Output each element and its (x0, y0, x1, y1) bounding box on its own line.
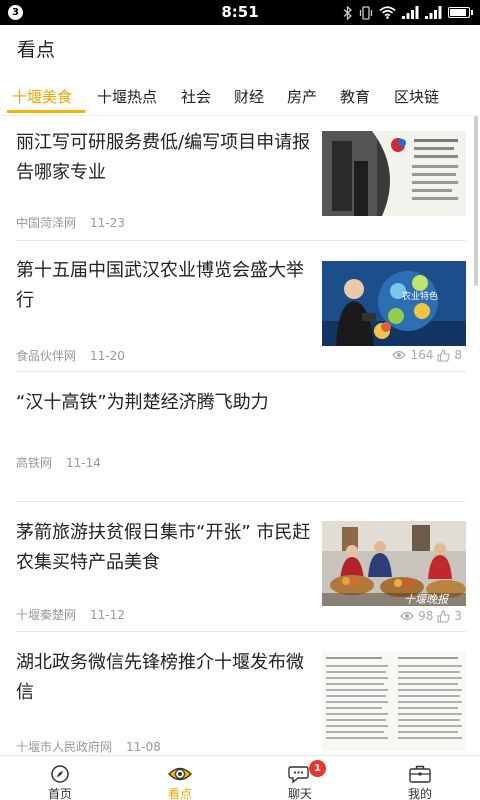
news-meta: 食品伙伴网 11-20 (16, 347, 125, 364)
vibrate-icon (359, 5, 373, 20)
status-bar: 3 8:51 (0, 0, 480, 25)
header: 看点 (0, 25, 480, 70)
compass-icon (51, 765, 69, 783)
news-title: 第十五届中国武汉农业博览会盛大举行 (16, 260, 304, 311)
eye-icon (168, 767, 192, 781)
nav-mine[interactable]: 我的 (360, 756, 480, 800)
news-meta: 十堰秦楚网 11-12 (16, 606, 125, 623)
nav-kandian[interactable]: 看点 (120, 756, 240, 800)
news-source: 中国菏泽网 (16, 216, 77, 230)
signal-icon (402, 6, 419, 19)
news-date: 11-20 (90, 349, 125, 363)
tab-education[interactable]: 教育 (340, 86, 370, 107)
news-list[interactable]: 丽江写可研服务费低/编写项目申请报告哪家专业 中国菏泽网 11-23 第十五届中… (0, 118, 480, 754)
thumb-caption: 十堰晚报 (404, 593, 450, 606)
like-count: 8 (454, 348, 462, 362)
like-icon[interactable] (437, 348, 451, 362)
news-source: 十堰市人民政府网 (16, 740, 113, 754)
news-title: 丽江写可研服务费低/编写项目申请报告哪家专业 (16, 132, 311, 183)
briefcase-icon (409, 765, 431, 783)
bottom-nav: 首页 看点 1 聊天 我的 (0, 755, 480, 800)
like-count: 3 (454, 609, 462, 623)
like-icon[interactable] (437, 609, 451, 623)
news-source: 食品伙伴网 (16, 349, 77, 363)
news-item[interactable]: 丽江写可研服务费低/编写项目申请报告哪家专业 中国菏泽网 11-23 (16, 118, 466, 241)
status-icons (343, 4, 473, 21)
news-title: “汉十高铁”为荆楚经济腾飞助力 (16, 392, 269, 413)
nav-mine-label: 我的 (407, 787, 432, 800)
bluetooth-icon (343, 5, 352, 20)
page-title: 看点 (17, 39, 56, 61)
news-title: 湖北政务微信先锋榜推介十堰发布微信 (16, 652, 304, 703)
news-thumbnail: 农业特色 (322, 261, 466, 346)
view-count: 164 (410, 348, 434, 362)
news-source: 高铁网 (16, 456, 53, 470)
view-count: 98 (418, 609, 434, 623)
nav-home-label: 首页 (47, 787, 72, 800)
news-item[interactable]: “汉十高铁”为荆楚经济腾飞助力 高铁网 11-14 (16, 372, 466, 502)
news-item[interactable]: 湖北政务微信先锋榜推介十堰发布微信 十堰市人民政府网 11-08 (16, 632, 466, 754)
tab-shiyan-food[interactable]: 十堰美食 (12, 86, 72, 107)
news-thumbnail (322, 131, 466, 216)
news-item[interactable]: 茅箭旅游扶贫假日集市“开张” 市民赶农集买特产品美食 十堰秦楚网 11-12 十堰… (16, 502, 466, 632)
news-date: 11-12 (90, 608, 125, 622)
views-icon (392, 350, 407, 360)
news-date: 11-08 (126, 740, 161, 754)
news-source: 十堰秦楚网 (16, 608, 77, 622)
news-date: 11-14 (66, 456, 101, 470)
nav-kandian-label: 看点 (167, 787, 192, 800)
wifi-icon (379, 6, 396, 19)
news-thumbnail: 十堰晚报 (322, 521, 466, 606)
nav-chat[interactable]: 1 聊天 (240, 756, 360, 800)
thumb-caption: 农业特色 (402, 290, 438, 302)
active-tab-indicator (7, 110, 85, 113)
news-meta: 十堰市人民政府网 11-08 (16, 738, 161, 754)
tab-society[interactable]: 社会 (181, 86, 211, 107)
nav-home[interactable]: 首页 (0, 756, 120, 800)
tab-shiyan-hot[interactable]: 十堰热点 (97, 86, 157, 107)
signal-icon (425, 6, 442, 19)
category-tabs: 十堰美食 十堰热点 社会 财经 房产 教育 区块链 (0, 74, 480, 116)
tab-blockchain[interactable]: 区块链 (394, 86, 439, 107)
nav-chat-label: 聊天 (287, 787, 312, 800)
chat-unread-badge: 1 (309, 760, 326, 777)
news-meta: 高铁网 11-14 (16, 454, 101, 471)
news-date: 11-23 (90, 216, 125, 230)
news-stats: 164 8 (392, 348, 462, 362)
news-thumbnail (322, 651, 466, 751)
news-meta: 中国菏泽网 11-23 (16, 214, 125, 231)
battery-icon (448, 7, 473, 18)
views-icon (400, 611, 414, 621)
tab-real-estate[interactable]: 房产 (287, 86, 317, 107)
list-scrollbar[interactable] (474, 116, 478, 286)
news-item[interactable]: 第十五届中国武汉农业博览会盛大举行 食品伙伴网 11-20 农业特色 164 8 (16, 241, 466, 372)
news-title: 茅箭旅游扶贫假日集市“开张” 市民赶农集买特产品美食 (16, 522, 311, 573)
tab-finance[interactable]: 财经 (234, 86, 264, 107)
news-stats: 98 3 (400, 609, 462, 623)
